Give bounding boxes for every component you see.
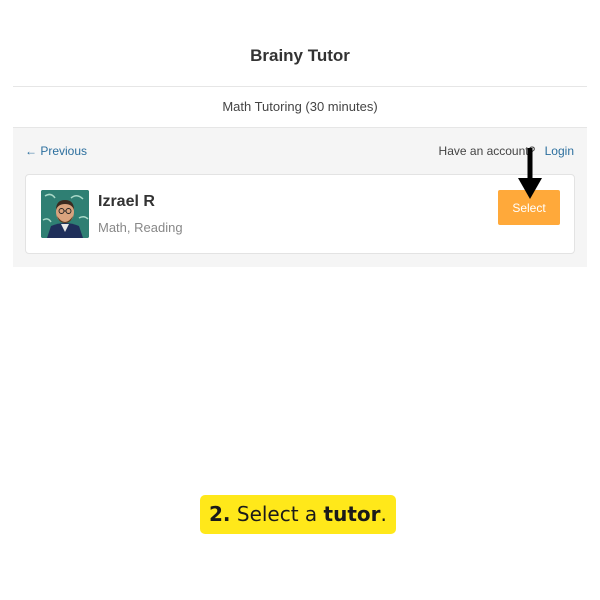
arrow-left-icon: ← [25,144,37,158]
tutor-selection-panel: ← Previous Have an account? Login Izrael… [13,127,587,267]
instruction-end: . [380,502,387,526]
tutor-card: Izrael R Math, Reading Select [25,174,575,254]
previous-label: Previous [40,144,88,158]
tutor-subjects: Math, Reading [98,220,183,235]
instruction-highlight: tutor [323,502,381,526]
tutor-name: Izrael R [98,193,155,210]
instruction-caption: 2. Select a tutor. [200,495,396,534]
avatar-image [41,190,89,238]
account-area: Have an account? Login [439,144,574,158]
tutor-avatar [41,190,89,238]
app-title: Brainy Tutor [250,46,350,65]
arrow-down-icon [518,148,542,199]
login-link[interactable]: Login [545,144,574,158]
service-name: Math Tutoring (30 minutes) [222,99,378,114]
previous-link[interactable]: ← Previous [25,144,87,158]
instruction-step: 2. [209,502,231,526]
header-divider [13,86,587,87]
instruction-text: Select a [236,502,318,526]
